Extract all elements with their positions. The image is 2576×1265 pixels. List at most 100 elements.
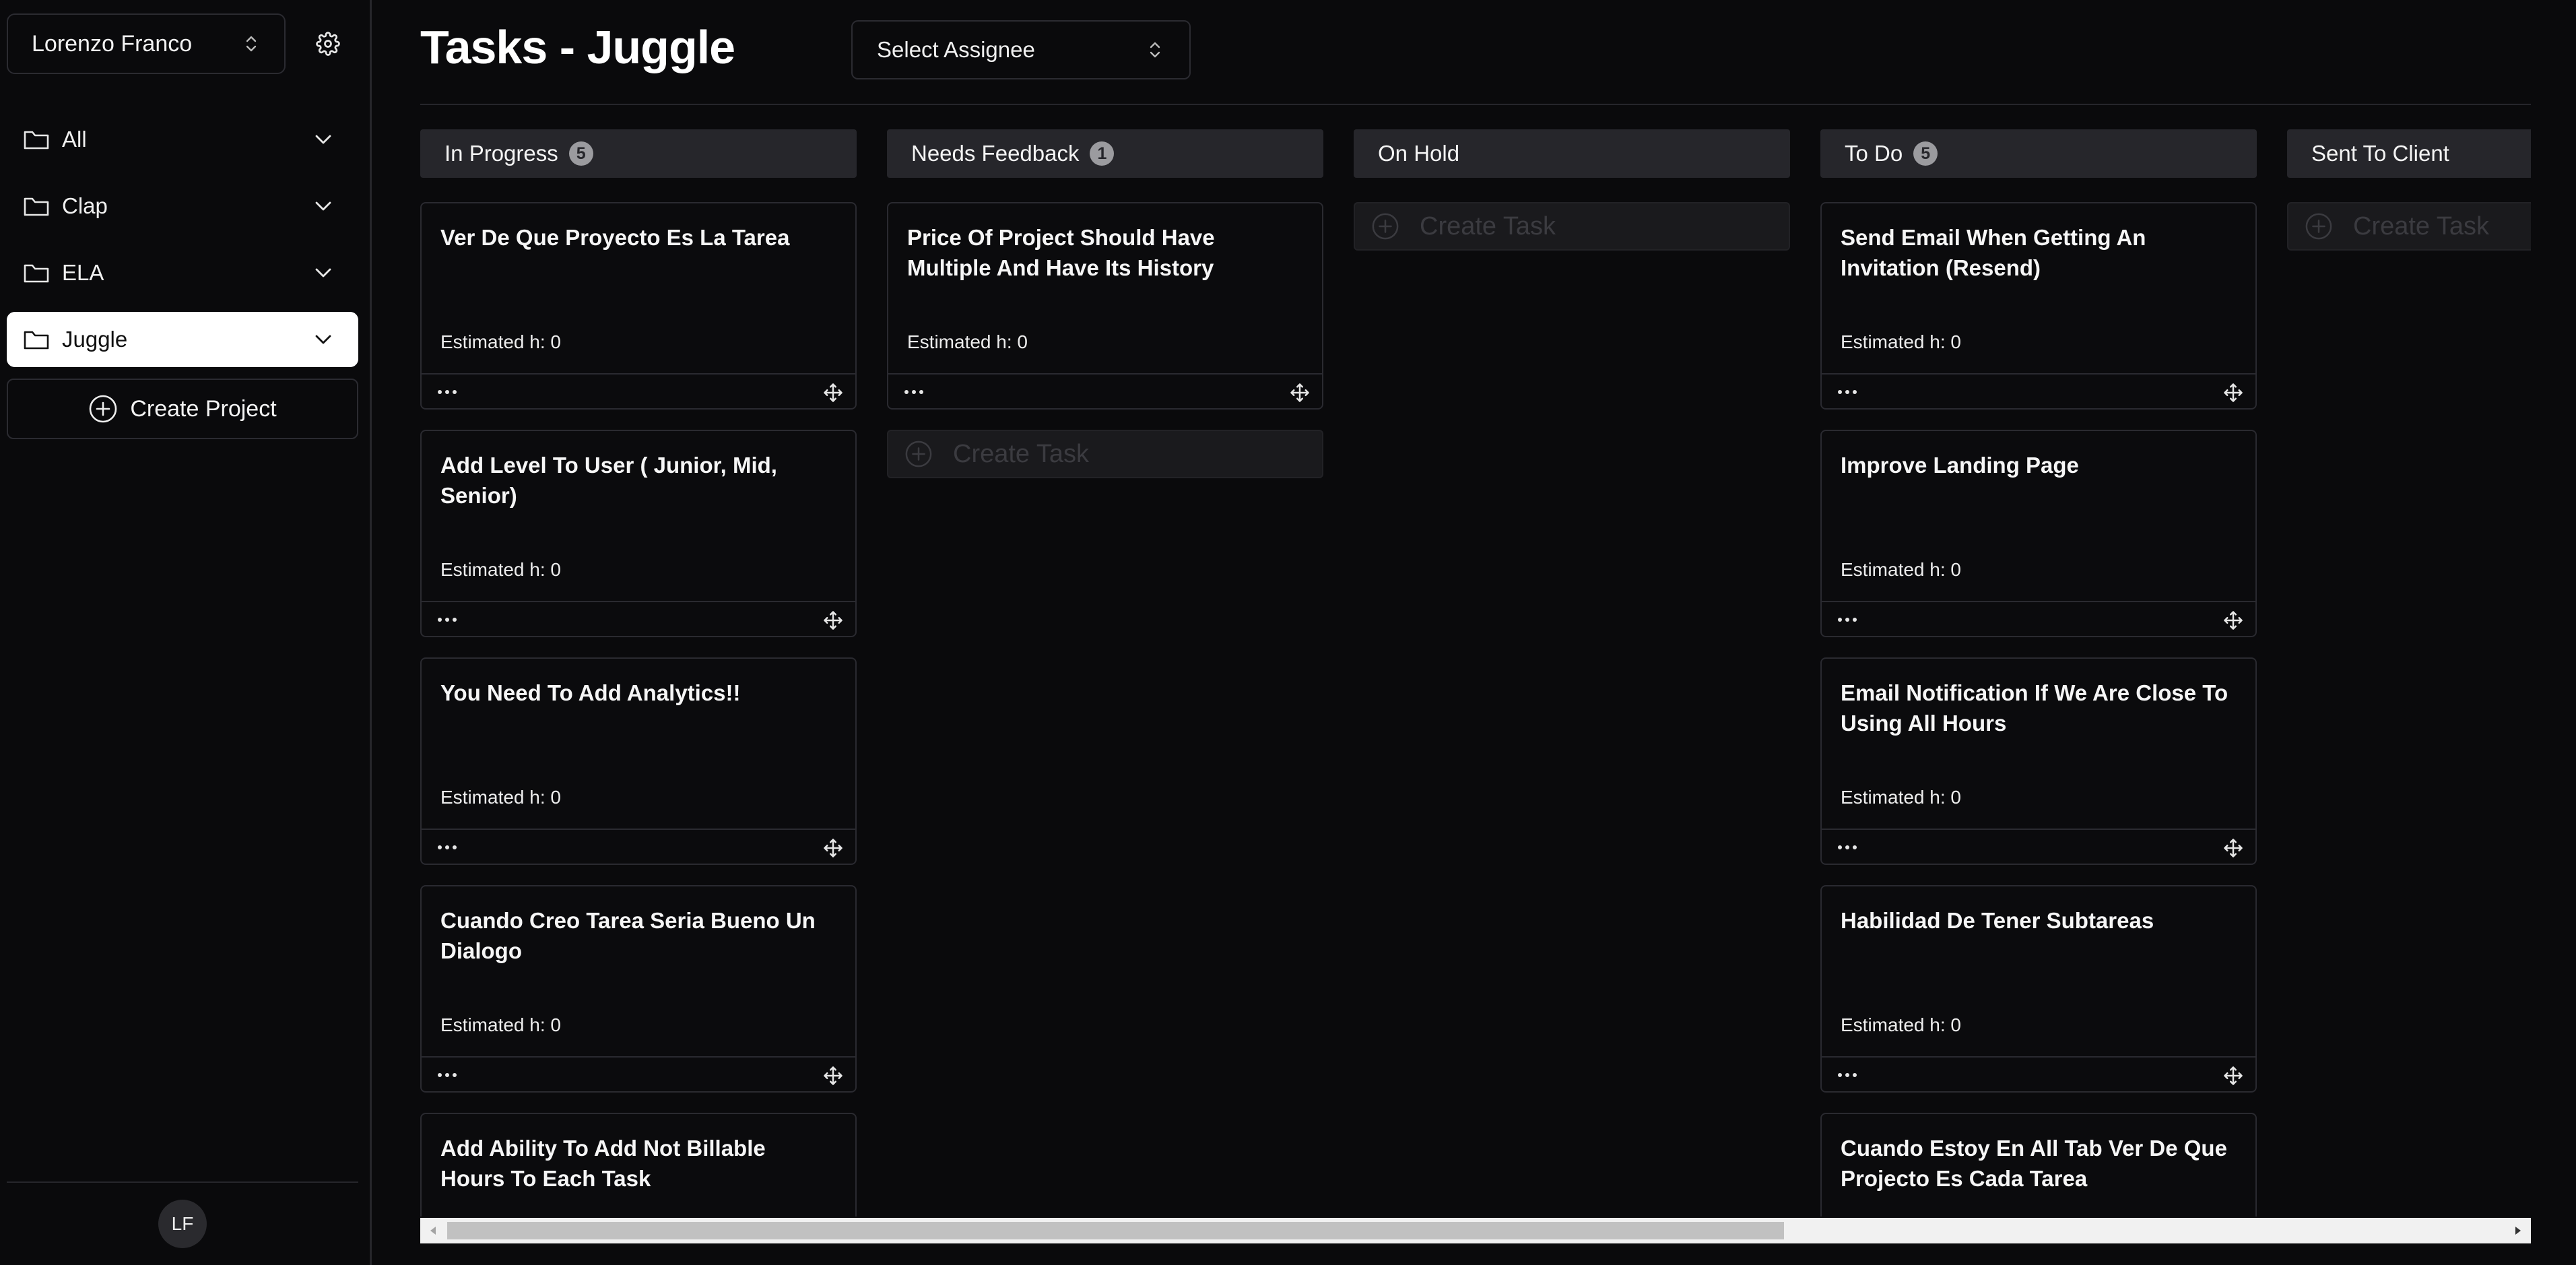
task-card[interactable]: Send Email When Getting An Invitation (R…: [1820, 202, 2257, 410]
plus-circle-icon: [90, 395, 117, 423]
create-task-label: Create Task: [1420, 212, 1556, 240]
task-title[interactable]: Improve Landing Page: [1841, 450, 2235, 480]
folder-icon: [24, 264, 49, 283]
task-card[interactable]: Improve Landing Page Estimated h: 0: [1820, 430, 2257, 637]
gear-icon: [316, 32, 340, 56]
triangle-left-icon: [430, 1227, 436, 1235]
task-count-badge: 1: [1090, 141, 1115, 166]
task-card[interactable]: Add Level To User ( Junior, Mid, Senior)…: [420, 430, 857, 637]
task-title[interactable]: Cuando Estoy En All Tab Ver De Que Proje…: [1841, 1133, 2235, 1194]
scroll-left-button[interactable]: [420, 1218, 446, 1243]
task-card-footer: [1822, 829, 2255, 865]
column-header: On Hold: [1354, 129, 1790, 178]
task-title[interactable]: You Need To Add Analytics!!: [440, 678, 835, 708]
create-project-button[interactable]: Create Project: [7, 379, 358, 439]
create-task-label: Create Task: [953, 439, 1090, 468]
plus-circle-icon: [1372, 213, 1399, 240]
more-dots-icon: [1838, 845, 1857, 849]
task-title[interactable]: Ver De Que Proyecto Es La Tarea: [440, 222, 835, 253]
sidebar-item-juggle[interactable]: Juggle: [7, 312, 358, 367]
task-estimate: Estimated h: 0: [440, 331, 561, 352]
task-title[interactable]: Email Notification If We Are Close To Us…: [1841, 678, 2235, 738]
task-title[interactable]: Send Email When Getting An Invitation (R…: [1841, 222, 2235, 283]
horizontal-scrollbar[interactable]: [420, 1218, 2531, 1243]
task-estimate: Estimated h: 0: [1841, 559, 1961, 580]
move-icon: [1290, 383, 1309, 402]
chevron-up-down-icon: [1150, 42, 1160, 58]
more-dots-icon: [438, 618, 457, 622]
user-name: Lorenzo Franco: [32, 30, 193, 57]
column-header: Needs Feedback 1: [887, 129, 1323, 178]
folder-icon: [24, 331, 49, 350]
plus-circle-icon: [905, 441, 932, 467]
task-estimate: Estimated h: 0: [440, 1014, 561, 1035]
user-select[interactable]: Lorenzo Franco: [7, 13, 286, 74]
move-icon: [824, 611, 843, 630]
task-card-footer: [422, 373, 855, 410]
sidebar-item-ela[interactable]: ELA: [7, 245, 358, 300]
column-needs-feedback: Needs Feedback 1 Price Of Project Should H…: [887, 129, 1323, 1217]
task-card[interactable]: Ver De Que Proyecto Es La Tarea Estimated…: [420, 202, 857, 410]
task-title[interactable]: Add Level To User ( Junior, Mid, Senior): [440, 450, 835, 511]
task-card[interactable]: Cuando Creo Tarea Seria Bueno Un Dialogo…: [420, 885, 857, 1093]
avatar-initials: LF: [171, 1213, 194, 1234]
move-icon: [2224, 839, 2243, 857]
task-card[interactable]: Habilidad De Tener Subtareas Estimated h:…: [1820, 885, 2257, 1093]
more-dots-icon: [438, 1073, 457, 1077]
task-title[interactable]: Habilidad De Tener Subtareas: [1841, 905, 2235, 936]
task-title[interactable]: Cuando Creo Tarea Seria Bueno Un Dialogo: [440, 905, 835, 966]
move-icon: [2224, 383, 2243, 402]
plus-circle-icon: [2305, 213, 2332, 240]
column-header: In Progress 5: [420, 129, 857, 178]
column-to-do: To Do 5 Send Email When Getting An Invitat…: [1820, 129, 2257, 1217]
task-count-badge: 5: [1913, 141, 1938, 166]
settings-button[interactable]: [311, 27, 345, 61]
column-title: To Do: [1845, 141, 1903, 166]
move-icon: [824, 383, 843, 402]
task-card[interactable]: Email Notification If We Are Close To Us…: [1820, 657, 2257, 865]
column-title: Sent To Client: [2311, 141, 2449, 166]
column-title: Needs Feedback: [911, 141, 1080, 166]
assignee-select[interactable]: Select Assignee: [851, 20, 1191, 79]
task-card[interactable]: Cuando Estoy En All Tab Ver De Que Proje…: [1820, 1113, 2257, 1217]
more-dots-icon: [1838, 1073, 1857, 1077]
task-title[interactable]: Add Ability To Add Not Billable Hours To…: [440, 1133, 835, 1194]
task-card[interactable]: Price Of Project Should Have Multiple An…: [887, 202, 1323, 410]
more-dots-icon: [1838, 390, 1857, 394]
assignee-select-label: Select Assignee: [877, 37, 1035, 62]
task-card-footer: [1822, 1056, 2255, 1093]
task-card-footer: [888, 373, 1322, 410]
more-dots-icon: [438, 390, 457, 394]
sidebar-footer: LF: [7, 1181, 358, 1265]
chevron-down-icon: [315, 335, 331, 344]
sidebar-item-clap[interactable]: Clap: [7, 179, 358, 234]
task-card[interactable]: Add Ability To Add Not Billable Hours To…: [420, 1113, 857, 1217]
main-content: Tasks - Juggle Select Assignee In Progre…: [372, 0, 2576, 1265]
task-estimate: Estimated h: 0: [1841, 1014, 1961, 1035]
sidebar-item-all[interactable]: All: [7, 112, 358, 167]
app-root: Lorenzo Franco All Clap ELA Juggle Creat…: [0, 0, 2576, 1265]
chevron-up-down-icon: [246, 36, 257, 52]
move-icon: [824, 1066, 843, 1085]
column-title: On Hold: [1378, 141, 1460, 166]
avatar[interactable]: LF: [158, 1200, 207, 1248]
task-card[interactable]: You Need To Add Analytics!! Estimated h: …: [420, 657, 857, 865]
scrollbar-thumb[interactable]: [447, 1222, 1784, 1239]
task-card-footer: [1822, 373, 2255, 410]
create-task-button[interactable]: Create Task: [2287, 202, 2531, 251]
chevron-down-icon: [315, 135, 331, 144]
column-title: In Progress: [444, 141, 558, 166]
create-task-button[interactable]: Create Task: [1354, 202, 1790, 251]
task-estimate: Estimated h: 0: [907, 331, 1028, 352]
folder-icon: [24, 197, 49, 216]
move-icon: [824, 839, 843, 857]
task-title[interactable]: Price Of Project Should Have Multiple An…: [907, 222, 1302, 283]
column-on-hold: On Hold Create Task: [1354, 129, 1790, 1217]
task-card-footer: [422, 1056, 855, 1093]
task-estimate: Estimated h: 0: [440, 559, 561, 580]
task-card-footer: [422, 601, 855, 637]
task-estimate: Estimated h: 0: [440, 787, 561, 808]
column-header: Sent To Client: [2287, 129, 2531, 178]
scroll-right-button[interactable]: [2505, 1218, 2531, 1243]
create-task-button[interactable]: Create Task: [887, 430, 1323, 478]
